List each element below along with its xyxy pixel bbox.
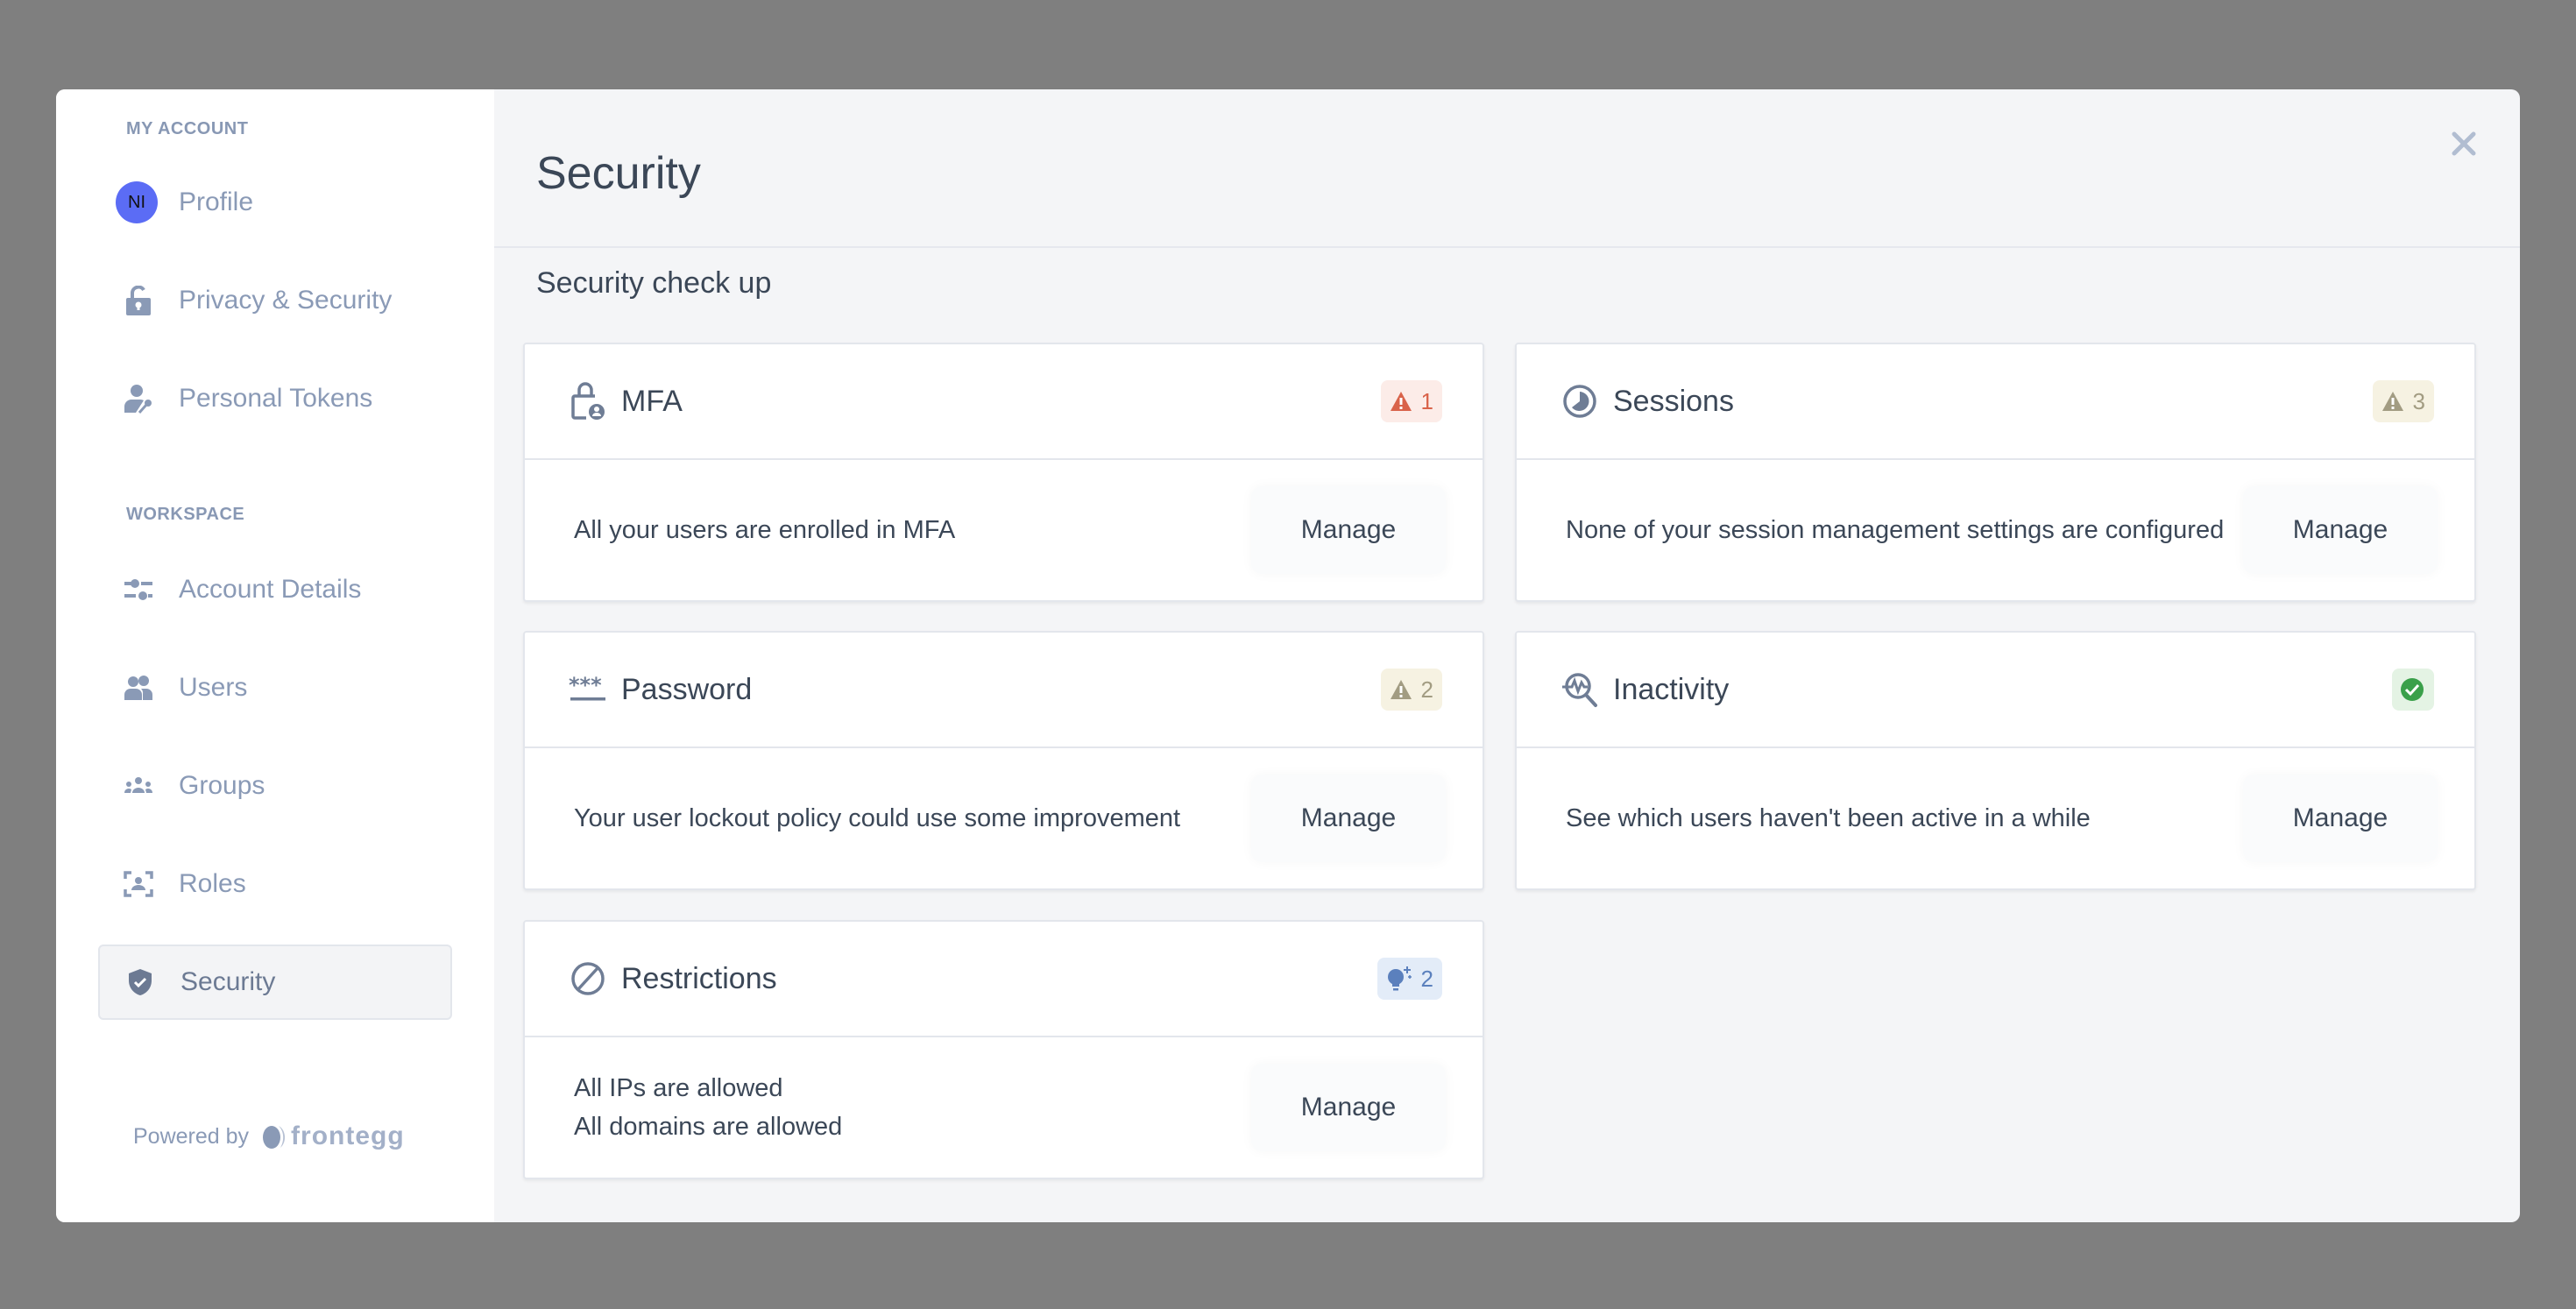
avatar: NI: [116, 181, 158, 223]
security-card-mfa: MFA 1 All your users are enrolled in MFA…: [523, 343, 1484, 602]
card-description: See which users haven't been active in a…: [1566, 799, 2243, 838]
status-badge: 3: [2372, 380, 2434, 422]
description-line: All your users are enrolled in MFA: [574, 516, 956, 544]
card-title: Restrictions: [621, 961, 777, 995]
block-icon: [569, 959, 607, 998]
workspace-section-title: WORKSPACE: [126, 505, 245, 524]
sliders-icon: [121, 572, 156, 607]
manage-sessions-button[interactable]: Manage: [2243, 486, 2438, 574]
warning-icon: [1390, 392, 1412, 411]
description-line: All domains are allowed: [574, 1113, 843, 1141]
security-card-sessions: Sessions 3 None of your session manageme…: [1515, 343, 2476, 602]
card-title: MFA: [621, 384, 683, 418]
manage-restrictions-button[interactable]: Manage: [1251, 1064, 1446, 1151]
card-body: See which users haven't been active in a…: [1517, 748, 2474, 888]
status-badge: 1: [1380, 380, 1442, 422]
sidebar-item-label: Personal Tokens: [179, 384, 373, 413]
page-title: Security: [536, 148, 701, 199]
unlock-icon: [121, 283, 156, 318]
description-line: See which users haven't been active in a…: [1566, 804, 2091, 832]
card-header: Sessions 3: [1517, 344, 2474, 460]
card-header: Restrictions 2: [525, 922, 1483, 1037]
activity-search-icon: [1560, 670, 1599, 709]
roles-icon: [121, 867, 156, 902]
badge-count: 1: [1420, 387, 1433, 414]
close-button[interactable]: [2441, 121, 2487, 166]
my-account-section-title: MY ACCOUNT: [126, 119, 249, 138]
users-icon: [121, 670, 156, 705]
account-settings-dialog: MY ACCOUNT NI Profile Privacy & Security…: [56, 89, 2520, 1222]
lightbulb-icon: [1387, 966, 1412, 991]
sidebar-item-personal-tokens[interactable]: Personal Tokens: [98, 361, 452, 436]
status-badge: 2: [1376, 958, 1442, 1000]
sidebar-item-roles[interactable]: Roles: [98, 846, 452, 922]
badge-count: 2: [1420, 965, 1433, 992]
card-header: *** Password 2: [525, 633, 1483, 748]
card-header: MFA 1: [525, 344, 1483, 460]
sidebar-item-label: Privacy & Security: [179, 286, 393, 315]
egg-icon: [263, 1126, 286, 1149]
section-heading: Security check up: [536, 266, 772, 300]
sidebar-item-label: Account Details: [179, 575, 362, 604]
powered-by: Powered by frontegg: [133, 1121, 405, 1151]
card-title: Sessions: [1613, 384, 1734, 418]
svg-text:***: ***: [569, 676, 602, 697]
powered-by-text: Powered by: [133, 1123, 250, 1149]
sidebar-item-account-details[interactable]: Account Details: [98, 552, 452, 627]
brand-name: frontegg: [291, 1121, 405, 1150]
sidebar-item-label: Profile: [179, 188, 254, 216]
lock-user-icon: [569, 382, 607, 421]
card-description: All IPs are allowed All domains are allo…: [574, 1069, 1251, 1146]
card-description: Your user lockout policy could use some …: [574, 799, 1251, 838]
page-header: Security: [494, 89, 2520, 248]
security-card-restrictions: Restrictions 2 All IPs are allowed All d…: [523, 920, 1484, 1179]
groups-icon: [121, 768, 156, 803]
description-line: None of your session management settings…: [1566, 516, 2225, 544]
check-circle-icon: [2401, 678, 2424, 701]
sidebar-item-label: Security: [180, 967, 276, 996]
badge-count: 3: [2412, 387, 2425, 414]
card-description: None of your session management settings…: [1566, 511, 2243, 549]
card-title: Password: [621, 672, 753, 706]
manage-inactivity-button[interactable]: Manage: [2243, 775, 2438, 862]
sidebar-item-security[interactable]: Security: [98, 945, 452, 1020]
password-icon: ***: [569, 670, 607, 709]
sidebar-item-users[interactable]: Users: [98, 650, 452, 725]
sidebar-item-privacy-security[interactable]: Privacy & Security: [98, 263, 452, 338]
status-badge: [2392, 669, 2434, 711]
sidebar-item-label: Groups: [179, 771, 265, 800]
card-body: Your user lockout policy could use some …: [525, 748, 1483, 888]
security-card-inactivity: Inactivity See which users haven't been …: [1515, 631, 2476, 890]
card-title: Inactivity: [1613, 672, 1730, 706]
manage-password-button[interactable]: Manage: [1251, 775, 1446, 862]
sidebar-item-label: Users: [179, 673, 248, 702]
shield-check-icon: [123, 965, 158, 1000]
sidebar-item-profile[interactable]: NI Profile: [98, 165, 452, 240]
sidebar: MY ACCOUNT NI Profile Privacy & Security…: [56, 89, 494, 1222]
clock-pie-icon: [1560, 382, 1599, 421]
manage-mfa-button[interactable]: Manage: [1251, 486, 1446, 574]
card-description: All your users are enrolled in MFA: [574, 511, 1251, 549]
close-icon: [2452, 131, 2476, 156]
description-line: Your user lockout policy could use some …: [574, 804, 1181, 832]
frontegg-logo[interactable]: frontegg: [261, 1121, 405, 1151]
warning-icon: [2381, 392, 2403, 411]
description-line: All IPs are allowed: [574, 1074, 783, 1102]
security-card-password: *** Password 2 Your user lockout policy …: [523, 631, 1484, 890]
card-body: All IPs are allowed All domains are allo…: [525, 1037, 1483, 1178]
main-content: Security Security check up MFA 1 All you…: [494, 89, 2520, 1222]
sidebar-item-label: Roles: [179, 869, 246, 898]
card-body: None of your session management settings…: [1517, 460, 2474, 600]
status-badge: 2: [1380, 669, 1442, 711]
sidebar-item-groups[interactable]: Groups: [98, 748, 452, 824]
warning-icon: [1390, 680, 1412, 699]
user-key-icon: [121, 381, 156, 416]
badge-count: 2: [1420, 676, 1433, 703]
card-body: All your users are enrolled in MFA Manag…: [525, 460, 1483, 600]
card-header: Inactivity: [1517, 633, 2474, 748]
